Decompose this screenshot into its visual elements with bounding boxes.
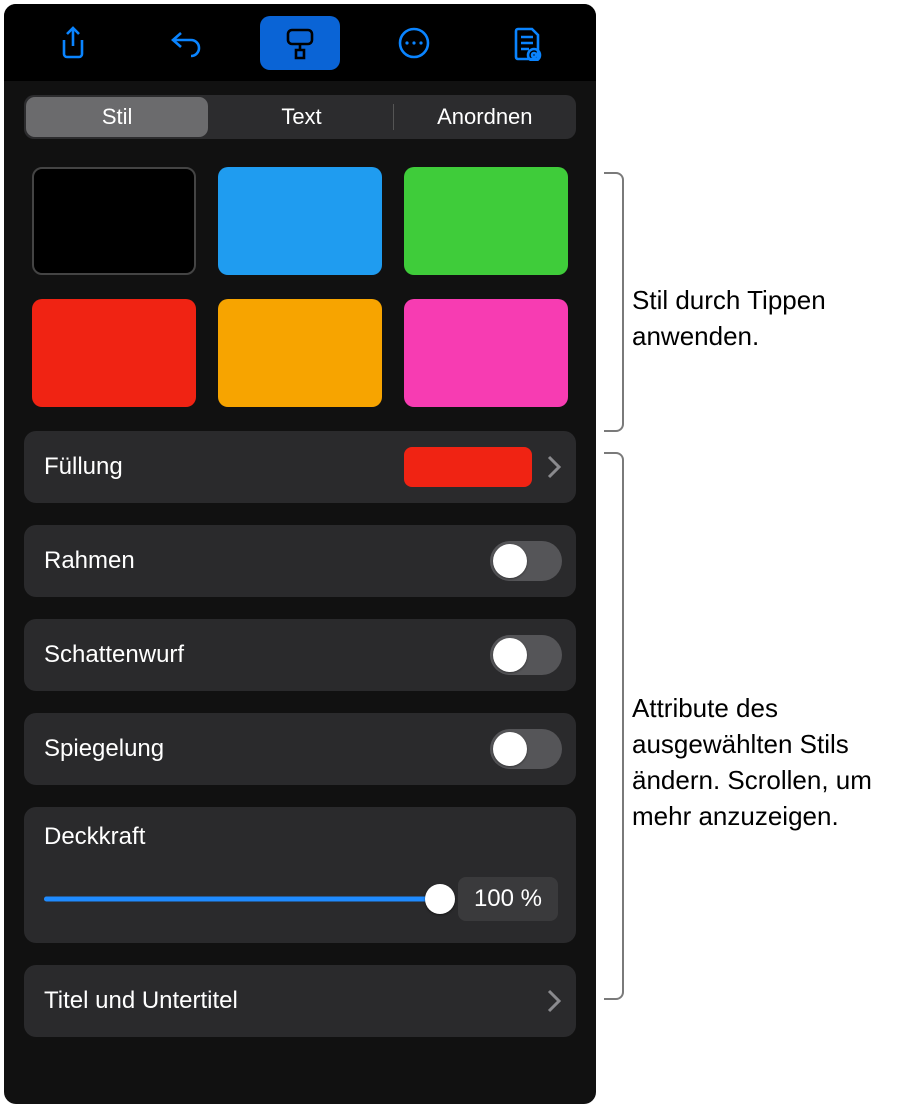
chevron-right-icon — [546, 988, 562, 1014]
opacity-row: Deckkraft 100 % — [24, 807, 576, 943]
callout-edit-attributes: Attribute des ausgewählten Stils ändern.… — [632, 690, 921, 834]
style-swatch-orange[interactable] — [218, 299, 382, 407]
share-button[interactable] — [33, 16, 113, 70]
border-toggle[interactable] — [490, 541, 562, 581]
shadow-toggle[interactable] — [490, 635, 562, 675]
style-attribute-list: Füllung Rahmen Schattenwurf Spiegel — [4, 419, 596, 1037]
segmented-control: Stil Text Anordnen — [24, 95, 576, 139]
callout-bracket — [604, 452, 624, 1000]
callout-apply-style: Stil durch Tippen anwenden. — [632, 282, 921, 354]
shadow-label: Schattenwurf — [44, 641, 490, 669]
opacity-slider[interactable] — [44, 885, 440, 913]
fill-row[interactable]: Füllung — [24, 431, 576, 503]
format-panel: Stil Text Anordnen Füllung — [4, 4, 596, 1104]
opacity-label: Deckkraft — [44, 823, 558, 851]
tab-style[interactable]: Stil — [26, 97, 208, 137]
border-row[interactable]: Rahmen — [24, 525, 576, 597]
more-button[interactable] — [374, 16, 454, 70]
border-label: Rahmen — [44, 547, 490, 575]
titles-row[interactable]: Titel und Untertitel — [24, 965, 576, 1037]
style-swatch-red[interactable] — [32, 299, 196, 407]
reflection-row[interactable]: Spiegelung — [24, 713, 576, 785]
chevron-right-icon — [546, 454, 562, 480]
opacity-value[interactable]: 100 % — [458, 877, 558, 921]
callout-bracket — [604, 172, 624, 432]
style-swatch-magenta[interactable] — [404, 299, 568, 407]
style-swatch-blue[interactable] — [218, 167, 382, 275]
fill-color-preview — [404, 447, 532, 487]
titles-label: Titel und Untertitel — [44, 987, 546, 1015]
tab-arrange[interactable]: Anordnen — [394, 95, 576, 139]
reflection-toggle[interactable] — [490, 729, 562, 769]
undo-button[interactable] — [146, 16, 226, 70]
document-settings-button[interactable] — [487, 16, 567, 70]
toolbar — [4, 4, 596, 81]
fill-label: Füllung — [44, 453, 404, 481]
shadow-row[interactable]: Schattenwurf — [24, 619, 576, 691]
reflection-label: Spiegelung — [44, 735, 490, 763]
tab-text[interactable]: Text — [210, 95, 392, 139]
style-swatch-black[interactable] — [32, 167, 196, 275]
style-swatch-green[interactable] — [404, 167, 568, 275]
style-swatches — [4, 145, 596, 419]
format-button[interactable] — [260, 16, 340, 70]
